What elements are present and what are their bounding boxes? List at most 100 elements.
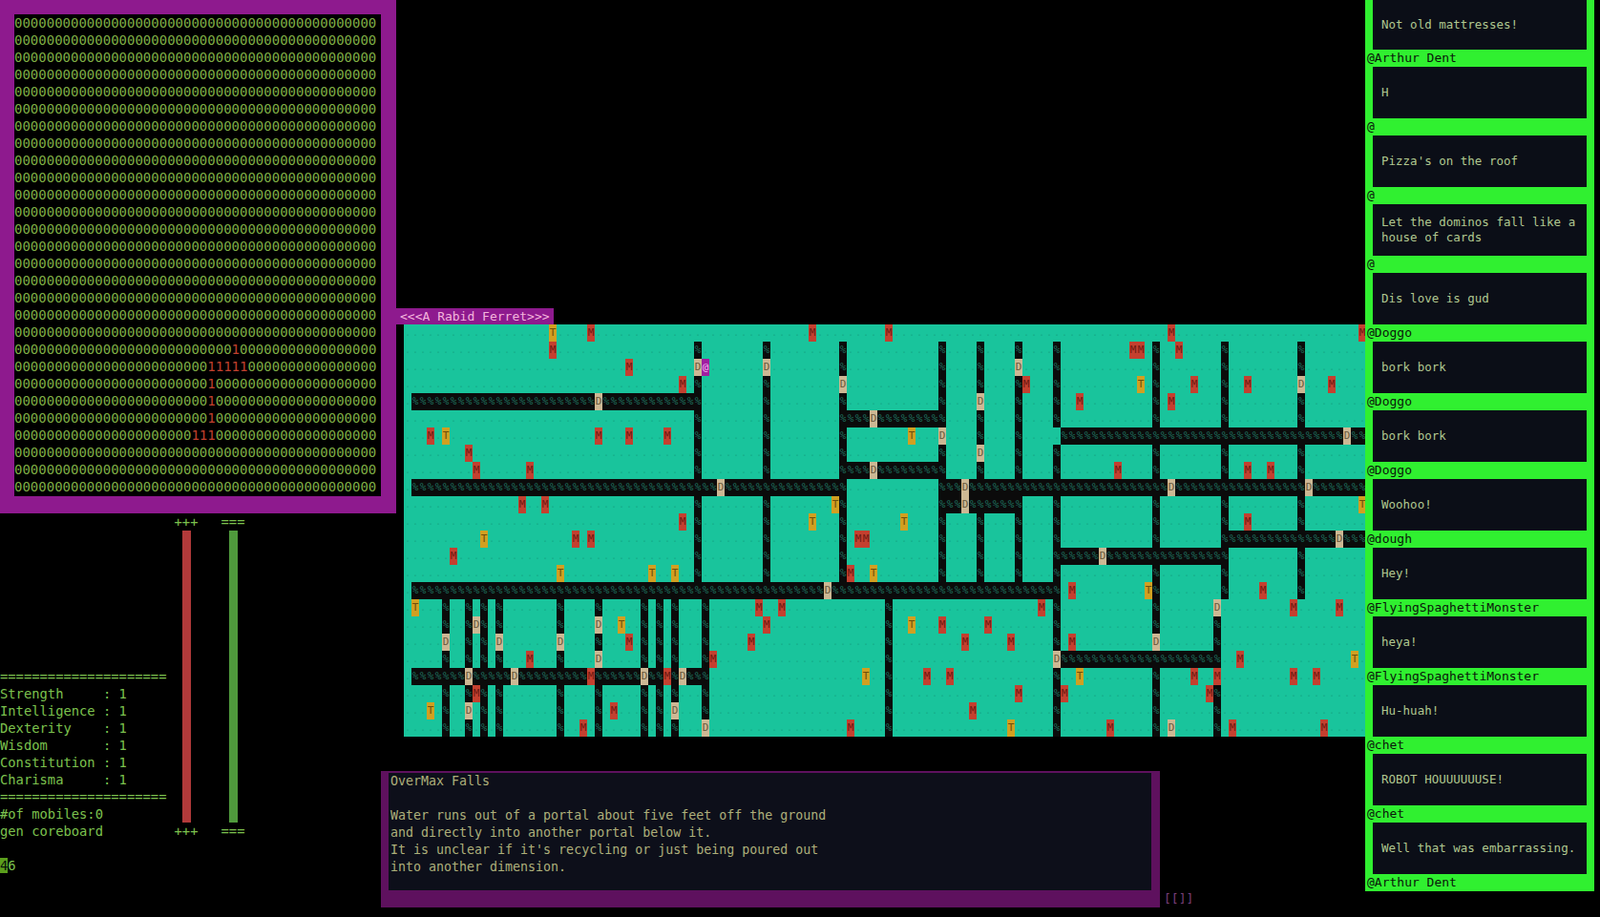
map-tile[interactable]: % [1052,444,1061,463]
map-tile[interactable]: . [411,376,420,394]
map-tile[interactable]: . [648,530,656,548]
map-tile[interactable]: . [678,427,687,445]
map-tile[interactable]: . [862,496,870,514]
map-tile[interactable]: . [862,547,870,566]
map-tile[interactable]: . [625,444,633,463]
map-tile[interactable]: . [808,530,817,548]
map-tile[interactable]: . [648,444,656,463]
map-tile[interactable]: . [1305,444,1313,463]
map-tile[interactable]: . [869,444,878,463]
map-tile[interactable]: . [1350,513,1359,531]
map-tile[interactable]: . [495,444,504,463]
map-tile[interactable]: % [724,479,733,497]
map-tile[interactable]: . [1083,376,1092,394]
map-tile[interactable]: . [800,410,809,428]
map-tile[interactable]: . [946,444,954,463]
map-tile[interactable]: . [1320,393,1328,411]
map-tile[interactable]: . [1236,376,1244,394]
map-tile[interactable]: M [472,462,481,480]
map-tile[interactable]: . [701,547,710,566]
map-tile[interactable]: . [678,444,687,463]
map-tile[interactable]: % [457,393,465,411]
map-tile[interactable]: % [938,479,947,497]
map-tile[interactable]: . [571,324,580,342]
map-tile[interactable]: . [961,376,969,394]
map-tile[interactable]: % [556,479,565,497]
map-tile[interactable]: % [1305,530,1313,548]
map-tile[interactable]: . [808,462,817,480]
map-tile[interactable]: . [1106,393,1115,411]
map-tile[interactable]: . [1144,324,1153,342]
map-tile[interactable]: % [694,444,702,463]
map-tile[interactable]: M [1243,513,1252,531]
map-tile[interactable]: . [946,427,954,445]
map-tile[interactable]: . [610,427,618,445]
map-tile[interactable]: . [961,530,969,548]
map-tile[interactable]: . [640,530,649,548]
map-tile[interactable]: . [1068,358,1076,377]
map-tile[interactable]: % [617,393,626,411]
map-tile[interactable]: . [755,410,763,428]
map-tile[interactable]: . [938,324,947,342]
map-tile[interactable]: . [503,565,511,583]
map-tile[interactable]: . [739,376,748,394]
map-tile[interactable]: M [1190,376,1199,394]
map-tile[interactable]: . [1167,565,1176,583]
map-tile[interactable]: . [1159,358,1168,377]
map-tile[interactable]: . [640,462,649,480]
map-tile[interactable]: % [1106,547,1115,566]
map-tile[interactable]: . [1106,376,1115,394]
map-tile[interactable]: . [1022,324,1031,342]
map-tile[interactable]: % [762,427,771,445]
map-tile[interactable]: . [648,410,656,428]
map-tile[interactable]: . [571,427,580,445]
map-tile[interactable]: . [1083,496,1092,514]
map-tile[interactable]: % [533,479,542,497]
map-tile[interactable]: . [877,479,885,497]
map-tile[interactable]: . [1320,462,1328,480]
map-tile[interactable]: . [625,410,633,428]
map-tile[interactable]: . [1312,444,1321,463]
map-tile[interactable]: . [701,513,710,531]
map-tile[interactable]: % [991,496,1000,514]
map-tile[interactable]: % [839,444,847,463]
map-tile[interactable]: . [770,547,779,566]
map-tile[interactable]: % [1152,444,1160,463]
map-tile[interactable]: % [907,462,916,480]
map-tile[interactable]: % [480,479,488,497]
map-tile[interactable]: % [1312,530,1321,548]
map-tile[interactable]: . [968,358,977,377]
map-tile[interactable]: . [1075,341,1084,359]
map-tile[interactable]: . [1243,324,1252,342]
map-tile[interactable]: % [694,565,702,583]
map-tile[interactable]: % [1014,462,1023,480]
map-tile[interactable]: . [709,496,717,514]
map-tile[interactable]: . [892,324,901,342]
map-tile[interactable]: % [1175,547,1183,566]
map-tile[interactable]: . [1198,530,1206,548]
map-tile[interactable]: . [800,530,809,548]
map-tile[interactable]: . [724,376,733,394]
map-tile[interactable]: % [1014,341,1023,359]
map-tile[interactable]: . [648,462,656,480]
map-tile[interactable]: . [449,444,458,463]
map-tile[interactable]: . [1159,410,1168,428]
map-tile[interactable]: . [1274,444,1283,463]
map-tile[interactable]: . [518,324,527,342]
map-tile[interactable]: % [1320,530,1328,548]
map-tile[interactable]: . [854,565,863,583]
map-tile[interactable]: . [1175,393,1183,411]
map-tile[interactable]: . [487,358,496,377]
map-tile[interactable]: % [1289,530,1298,548]
map-tile[interactable]: . [1060,410,1069,428]
map-tile[interactable]: . [1175,462,1183,480]
map-tile[interactable]: . [1266,547,1275,566]
map-tile[interactable]: . [640,565,649,583]
map-tile[interactable]: % [1297,444,1306,463]
map-tile[interactable]: . [1175,358,1183,377]
map-tile[interactable]: . [663,410,672,428]
map-tile[interactable]: % [533,393,542,411]
map-tile[interactable]: . [1129,393,1137,411]
map-tile[interactable]: . [526,547,534,566]
map-tile[interactable]: % [1259,530,1267,548]
